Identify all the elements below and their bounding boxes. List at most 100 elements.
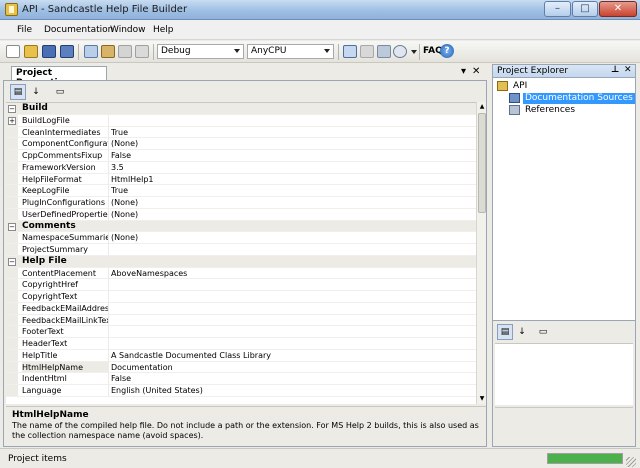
menu-window[interactable]: Window [110,25,146,35]
new-project-icon[interactable] [6,45,20,58]
view-log-icon[interactable] [360,45,374,58]
property-value[interactable]: 3.5 [111,162,471,173]
tab-dropdown-icon[interactable]: ▾ [461,66,466,77]
build-icon[interactable] [84,45,98,58]
property-row[interactable]: CopyrightText [6,291,476,303]
property-value[interactable]: HtmlHelp1 [111,174,471,185]
build-all-icon[interactable] [101,45,115,58]
property-grid[interactable]: − Build + BuildLogFile CleanIntermediates Tru… [6,102,476,404]
property-value[interactable]: English (United States) [111,385,471,396]
property-value[interactable]: Documentation [111,362,471,373]
title-bar[interactable]: API - Sandcastle Help File Builder – □ ✕ [0,0,640,20]
property-value[interactable] [111,244,471,255]
property-category[interactable]: − Build [6,103,476,115]
view-help-icon[interactable] [343,45,357,58]
property-row[interactable]: PlugInConfigurations (None) [6,197,476,209]
cancel-build-icon[interactable] [118,45,132,58]
property-row[interactable]: KeepLogFile True [6,185,476,197]
property-value[interactable]: True [111,127,471,138]
property-row[interactable]: HelpTitle A Sandcastle Documented Class L… [6,349,476,362]
resize-grip[interactable] [626,457,636,467]
tab-project-properties[interactable]: Project Properties [11,66,107,88]
property-row[interactable]: IndentHtml False [6,373,476,385]
property-row[interactable]: HeaderText [6,338,476,350]
property-row[interactable]: + BuildLogFile [6,114,476,127]
property-value[interactable]: (None) [111,232,471,243]
property-row[interactable]: NamespaceSummaries (None) [6,232,476,244]
alphabetical-icon[interactable]: ↓ [28,84,44,100]
property-value[interactable] [111,115,471,126]
help-icon[interactable]: ? [440,44,454,58]
tab-close-icon[interactable]: ✕ [472,66,480,77]
property-value[interactable] [111,315,471,326]
minimize-button[interactable]: – [544,1,571,17]
configuration-select[interactable]: Debug [157,44,244,59]
property-row[interactable]: CleanIntermediates True [6,126,476,139]
property-value[interactable]: True [111,185,471,196]
scroll-up-icon[interactable]: ▲ [478,103,486,111]
menu-documentation[interactable]: Documentation [44,25,113,35]
clean-icon[interactable] [135,45,149,58]
collapse-icon[interactable]: − [8,222,16,231]
pin-icon[interactable]: ⊥ [611,65,619,75]
property-name: FeedbackEMailLinkText [22,314,109,326]
property-row[interactable]: ProjectSummary [6,244,476,256]
property-row[interactable]: CppCommentsFixup False [6,150,476,162]
app-icon [5,3,18,16]
entity-references-icon[interactable] [377,45,391,58]
close-icon[interactable]: ✕ [624,65,632,75]
property-value[interactable]: A Sandcastle Documented Class Library [111,350,471,361]
save-icon[interactable] [42,45,56,58]
property-name: CopyrightHref [22,279,109,290]
property-row[interactable]: ComponentConfigurations(None) [6,138,476,150]
property-category[interactable]: − Help File [6,255,476,268]
menu-help[interactable]: Help [153,25,174,35]
scroll-thumb[interactable] [478,113,486,213]
property-grid-scrollbar[interactable]: ▲ ▼ [476,102,486,404]
categorized-icon[interactable]: ▤ [497,324,513,340]
maximize-button[interactable]: □ [572,1,598,17]
property-category[interactable]: − Comments [6,220,476,233]
search-dropdown[interactable] [408,47,417,56]
row-gutter [6,126,18,138]
property-row[interactable]: UserDefinedProperties (None) [6,208,476,221]
scroll-down-icon[interactable]: ▼ [478,395,486,403]
property-value[interactable]: AboveNamespaces [111,268,471,279]
property-row[interactable]: HtmlHelpName Documentation [6,361,476,374]
property-value[interactable]: (None) [111,197,471,208]
property-row[interactable]: HelpFileFormat HtmlHelp1 [6,173,476,186]
explorer-property-grid[interactable] [495,343,633,405]
row-gutter [6,349,18,361]
property-row[interactable]: CopyrightHref [6,279,476,291]
property-pages-icon[interactable]: ▭ [535,324,551,340]
expand-icon[interactable]: + [8,116,16,125]
property-value[interactable]: False [111,150,471,161]
property-value[interactable]: (None) [111,138,471,149]
property-row[interactable]: ContentPlacement AboveNamespaces [6,267,476,280]
property-value[interactable] [111,303,471,314]
collapse-icon[interactable]: − [8,257,16,266]
property-value[interactable]: (None) [111,209,471,220]
property-value[interactable] [111,338,471,349]
save-all-icon[interactable] [60,45,74,58]
property-value[interactable] [111,326,471,337]
open-folder-icon[interactable] [24,45,38,58]
property-value[interactable]: False [111,373,471,384]
property-row[interactable]: FrameworkVersion 3.5 [6,161,476,174]
property-row[interactable]: FeedbackEMailLinkText [6,314,476,327]
property-row[interactable]: FooterText [6,326,476,338]
platform-select[interactable]: AnyCPU [247,44,334,59]
search-icon[interactable] [393,45,407,58]
collapse-icon[interactable]: − [8,105,16,113]
property-value[interactable] [111,291,471,302]
categorized-icon[interactable]: ▤ [10,84,26,100]
property-pages-icon[interactable]: ▭ [52,84,68,100]
project-tree[interactable]: API Documentation Sources References [492,78,636,324]
menu-file[interactable]: File [17,25,32,35]
alphabetical-icon[interactable]: ↓ [514,324,530,340]
property-value[interactable] [111,279,471,290]
close-button[interactable]: ✕ [599,1,637,17]
property-row[interactable]: Language English (United States) [6,385,476,397]
property-row[interactable]: FeedbackEMailAddress [6,302,476,315]
property-name: KeepLogFile [22,185,109,196]
